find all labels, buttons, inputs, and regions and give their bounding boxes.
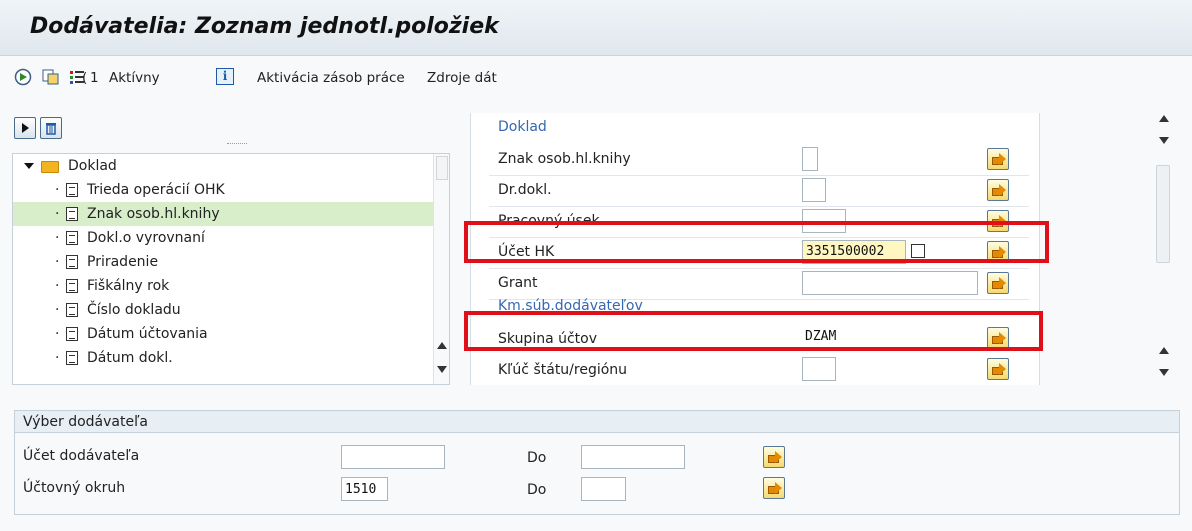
scroll-down-icon[interactable] [1159, 369, 1169, 376]
vendor-account-from-input[interactable] [341, 445, 445, 469]
tree-bullet: · [55, 254, 60, 270]
page-title: Dodávatelia: Zoznam jednotl.položiek [30, 14, 499, 39]
layout-count: 1 [90, 70, 99, 86]
field-input[interactable] [802, 271, 978, 295]
multiple-selection-button[interactable] [987, 148, 1009, 170]
field-input[interactable] [802, 357, 836, 381]
info-icon[interactable]: i [216, 68, 234, 85]
document-icon [66, 183, 78, 197]
tree-item[interactable]: · Fiškálny rok [13, 274, 433, 298]
vendor-account-to-label: Do [527, 450, 547, 466]
tree-item[interactable]: · Znak osob.hl.knihy [13, 202, 433, 226]
tree-bullet: · [55, 206, 60, 222]
tree-item[interactable]: · Priradenie [13, 250, 433, 274]
field-input[interactable] [802, 147, 818, 171]
multiple-selection-button[interactable] [763, 477, 785, 499]
form-scroll-thumb[interactable] [1156, 165, 1170, 263]
tree-item[interactable]: · Číslo dokladu [13, 298, 433, 322]
row-divider [489, 268, 1029, 269]
vendor-account-label: Účet dodávateľa [23, 448, 140, 464]
company-code-to-label: Do [527, 482, 547, 498]
multiple-selection-button[interactable] [987, 179, 1009, 201]
multiple-selection-button[interactable] [763, 446, 785, 468]
company-code-to-input[interactable] [581, 477, 626, 501]
splitter-grip[interactable] [227, 143, 247, 146]
field-tree: Doklad · Trieda operácií OHK · Znak osob.hl… [12, 153, 450, 385]
tree-item-label: Fiškálny rok [87, 278, 170, 294]
triangle-right-icon [22, 123, 29, 133]
document-icon [66, 351, 78, 365]
tree-node-label: Doklad [68, 158, 117, 174]
add-field-button[interactable] [14, 117, 36, 139]
layout-bracket: ( [82, 70, 88, 86]
field-label: Znak osob.hl.knihy [498, 151, 631, 167]
tree-bullet: · [55, 302, 60, 318]
tree-item-label: Dátum účtovania [87, 326, 208, 342]
tree-item[interactable]: · Dátum účtovania [13, 322, 433, 346]
group-title-doklad: Doklad [498, 119, 547, 135]
vendor-selection-header: Výber dodávateľa [15, 411, 1179, 433]
scroll-up-icon[interactable] [1159, 347, 1169, 354]
highlight-ucet-hk [464, 221, 1049, 263]
tree-item[interactable]: · Dokl.o vyrovnaní [13, 226, 433, 250]
tree-item[interactable]: · Trieda operácií OHK [13, 178, 433, 202]
collapse-icon[interactable] [24, 163, 34, 169]
field-input[interactable] [802, 178, 826, 202]
tree-item-label: Znak osob.hl.knihy [87, 206, 220, 222]
multiple-selection-button[interactable] [987, 358, 1009, 380]
company-code-label: Účtovný okruh [23, 480, 126, 496]
document-icon [66, 303, 78, 317]
tree-bullet: · [55, 326, 60, 342]
form-scrollbar[interactable] [1154, 103, 1174, 385]
tree-item-label: Trieda operácií OHK [87, 182, 225, 198]
company-code-from-input[interactable] [341, 477, 388, 501]
tree-bullet: · [55, 182, 60, 198]
vendor-selection-panel: Výber dodávateľa Účet dodávateľa Do Účto… [14, 410, 1180, 515]
scroll-down-icon[interactable] [437, 366, 447, 373]
tree-bullet: · [55, 230, 60, 246]
document-icon [66, 279, 78, 293]
multiple-selection-button[interactable] [987, 272, 1009, 294]
row-divider [489, 175, 1029, 176]
row-divider [489, 206, 1029, 207]
field-tree-panel: Doklad · Trieda operácií OHK · Znak osob.hl… [10, 103, 457, 385]
title-bar: Dodávatelia: Zoznam jednotl.položiek [0, 0, 1192, 56]
active-button[interactable]: Aktívny [109, 68, 160, 88]
copy-variant-icon[interactable] [42, 68, 60, 86]
tree-bullet: · [55, 278, 60, 294]
data-sources-button[interactable]: Zdroje dát [427, 68, 497, 88]
selection-fields-panel: Doklad Znak osob.hl.knihy Dr.dokl. Pracovn… [464, 103, 1170, 385]
delete-field-button[interactable] [40, 117, 62, 139]
scroll-up-icon[interactable] [1159, 115, 1169, 122]
field-label: Kľúč štátu/regiónu [498, 362, 628, 378]
scroll-up-icon[interactable] [437, 342, 447, 349]
tree-node-doklad[interactable]: Doklad [13, 154, 433, 178]
field-label: Grant [498, 275, 538, 291]
tree-bullet: · [55, 350, 60, 366]
folder-icon [41, 161, 59, 173]
tree-item-label: Číslo dokladu [87, 302, 181, 318]
tree-item[interactable]: · Dátum dokl. [13, 346, 433, 370]
tree-item-label: Dátum dokl. [87, 350, 173, 366]
field-label: Dr.dokl. [498, 182, 552, 198]
tree-scrollbar[interactable] [433, 154, 449, 384]
execute-icon[interactable] [14, 68, 32, 86]
tree-item-label: Priradenie [87, 254, 159, 270]
scroll-down-icon[interactable] [1159, 137, 1169, 144]
tree-scroll-thumb[interactable] [436, 156, 448, 180]
document-icon [66, 231, 78, 245]
worklist-activation-button[interactable]: Aktivácia zásob práce [257, 68, 405, 88]
toolbar: ( 1 Aktívny i Aktivácia zásob práce Zdro… [0, 58, 1192, 98]
trash-icon [46, 123, 56, 135]
highlight-skupina-uctov [464, 311, 1043, 351]
tree-item-label: Dokl.o vyrovnaní [87, 230, 205, 246]
document-icon [66, 327, 78, 341]
document-icon [66, 207, 78, 221]
document-icon [66, 255, 78, 269]
vendor-account-to-input[interactable] [581, 445, 685, 469]
